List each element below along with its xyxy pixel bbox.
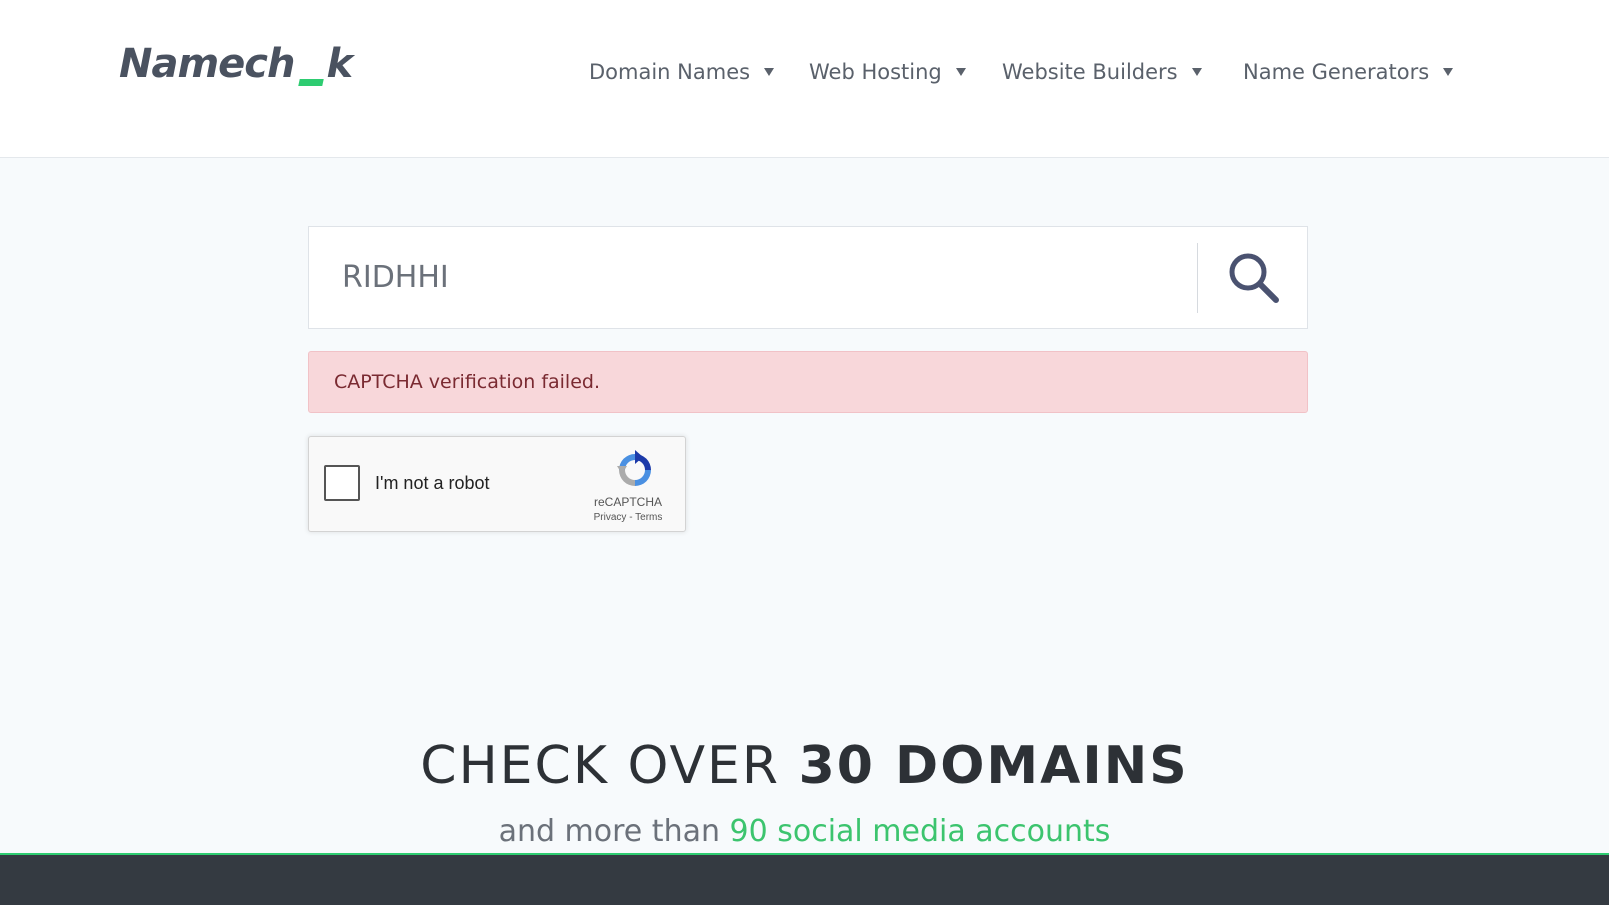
nav-item-website-builders[interactable]: Website Builders bbox=[1002, 60, 1202, 84]
caret-down-icon bbox=[764, 68, 775, 76]
recaptcha-logo-icon bbox=[617, 450, 651, 486]
nav-item-web-hosting[interactable]: Web Hosting bbox=[809, 60, 966, 84]
recaptcha-brand: reCAPTCHA bbox=[593, 495, 662, 509]
nav-item-name-generators[interactable]: Name Generators bbox=[1243, 60, 1454, 84]
nav-item-label: Name Generators bbox=[1243, 60, 1430, 84]
recaptcha-privacy-link[interactable]: Privacy bbox=[594, 512, 627, 523]
footer-bar bbox=[0, 853, 1609, 905]
caret-down-icon bbox=[1443, 68, 1454, 76]
search-button[interactable] bbox=[1209, 243, 1299, 313]
recaptcha-checkbox[interactable] bbox=[324, 465, 360, 501]
caret-down-icon bbox=[955, 68, 966, 76]
promo-subheadline: and more than 90 social media accounts bbox=[0, 814, 1609, 849]
recaptcha-link-separator: - bbox=[626, 512, 636, 523]
subline-prefix: and more than bbox=[498, 814, 730, 849]
promo-headline: CHECK OVER 30 DOMAINS bbox=[0, 736, 1609, 796]
caret-down-icon bbox=[1191, 68, 1202, 76]
subline-accent: 90 social media accounts bbox=[729, 814, 1111, 849]
recaptcha-links: Privacy - Terms bbox=[569, 512, 687, 523]
nav-item-label: Website Builders bbox=[1002, 60, 1178, 84]
search-divider bbox=[1197, 243, 1198, 313]
recaptcha-widget: I'm not a robot reCAPTCHA Privacy - Term… bbox=[308, 436, 686, 532]
domain-search-input[interactable] bbox=[310, 228, 1190, 327]
recaptcha-label: I'm not a robot bbox=[375, 473, 490, 493]
nav-item-label: Domain Names bbox=[589, 60, 751, 84]
domain-search-box bbox=[308, 226, 1308, 329]
alert-message: CAPTCHA verification failed. bbox=[334, 371, 600, 393]
captcha-error-alert: CAPTCHA verification failed. bbox=[308, 351, 1308, 413]
search-icon bbox=[1229, 253, 1279, 303]
nav-item-label: Web Hosting bbox=[809, 60, 942, 84]
site-header: Namech k Domain Names Web Hosting Website… bbox=[0, 0, 1609, 158]
main-nav: Domain Names Web Hosting Website Builder… bbox=[0, 60, 1609, 90]
nav-item-domain-names[interactable]: Domain Names bbox=[589, 60, 775, 84]
headline-light-text: CHECK OVER bbox=[420, 736, 799, 796]
headline-bold-text: 30 DOMAINS bbox=[798, 736, 1189, 796]
recaptcha-terms-link[interactable]: Terms bbox=[635, 512, 662, 523]
